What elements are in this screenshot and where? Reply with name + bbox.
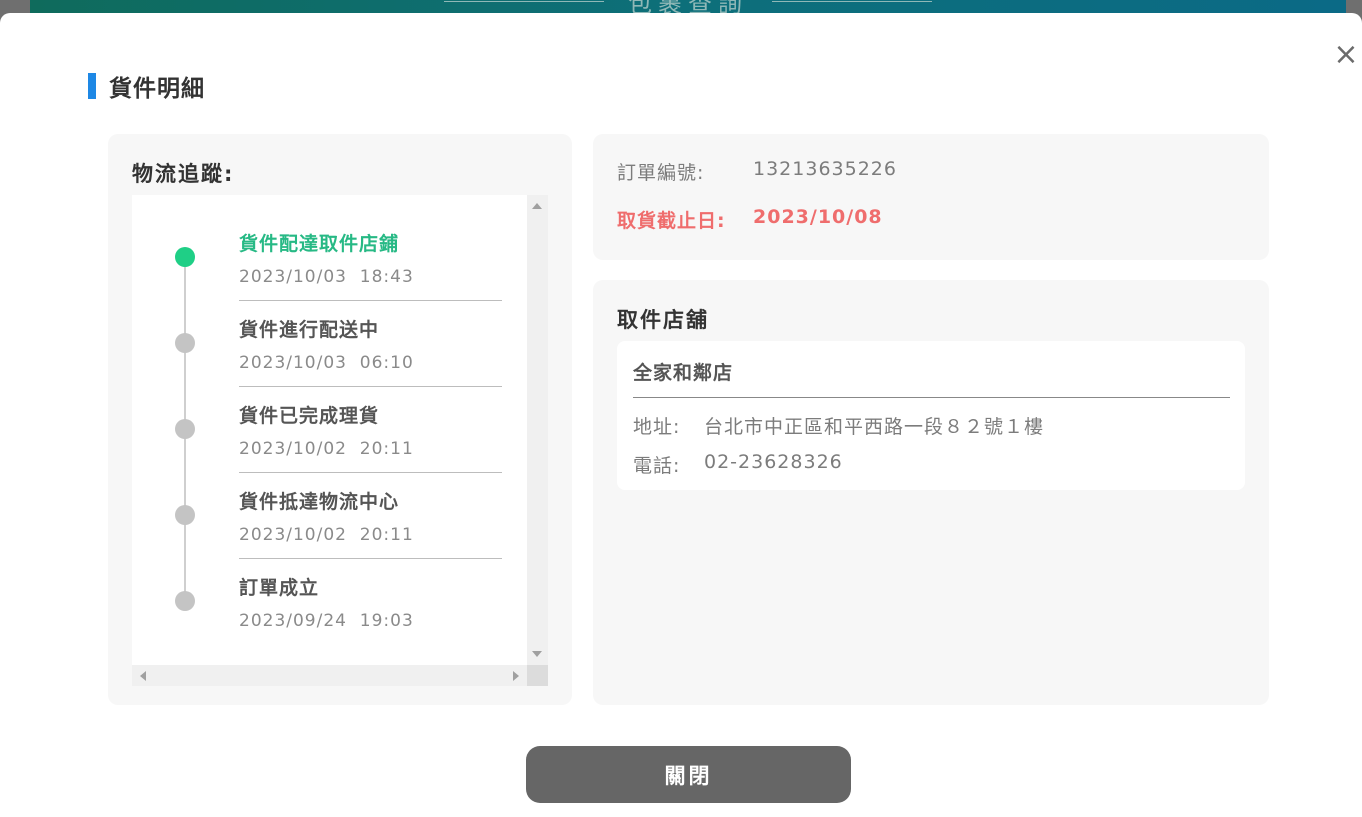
modal-title-text: 貨件明細 [109,76,205,102]
step-label: 貨件抵達物流中心 [239,491,400,513]
tracking-step: 貨件配達取件店鋪 2023/10/03 18:43 [132,229,527,315]
step-label: 貨件進行配送中 [239,319,380,341]
step-time: 2023/10/02 20:11 [239,439,414,459]
scrollbar-corner [527,665,548,686]
pickup-deadline-label: 取貨截止日: [617,210,726,232]
status-dot-icon [175,333,195,353]
store-phone: 電話: 02-23628326 [633,451,843,478]
step-time: 2023/10/02 20:11 [239,525,414,545]
phone-label: 電話: [633,455,681,477]
divider [633,397,1230,398]
horizontal-scrollbar[interactable] [132,665,527,686]
scroll-up-icon[interactable] [532,203,542,209]
tracking-step: 訂單成立 2023/09/24 19:03 [132,573,527,659]
shipment-detail-modal: × 貨件明細 物流追蹤: 貨件配達取件店鋪 2023/10/03 18:43 貨… [0,13,1362,817]
tracking-panel: 物流追蹤: 貨件配達取件店鋪 2023/10/03 18:43 貨件進行配送中 … [108,134,572,705]
store-card: 全家和鄰店 地址: 台北市中正區和平西路一段８２號１樓 電話: 02-23628… [617,341,1245,490]
pickup-deadline-row: 取貨截止日: 2023/10/08 [617,206,883,233]
status-dot-icon [175,505,195,525]
phone-value: 02-23628326 [704,451,843,473]
divider [772,1,932,2]
step-time: 2023/09/24 19:03 [239,611,414,631]
scroll-right-icon[interactable] [513,671,519,681]
tracking-list[interactable]: 貨件配達取件店鋪 2023/10/03 18:43 貨件進行配送中 2023/1… [132,195,548,686]
order-number-label: 訂單編號: [617,162,705,184]
pickup-store-panel: 取件店舖 全家和鄰店 地址: 台北市中正區和平西路一段８２號１樓 電話: 02-… [593,280,1269,705]
order-info-panel: 訂單編號: 13213635226 取貨截止日: 2023/10/08 [593,134,1269,260]
address-value: 台北市中正區和平西路一段８２號１樓 [704,416,1045,438]
close-button[interactable]: 關閉 [526,746,851,803]
pickup-deadline-value: 2023/10/08 [753,206,883,228]
status-dot-icon [175,419,195,439]
tracking-step: 貨件進行配送中 2023/10/03 06:10 [132,315,527,401]
vertical-scrollbar[interactable] [527,195,548,665]
step-time: 2023/10/03 18:43 [239,267,414,287]
step-label: 貨件配達取件店鋪 [239,233,400,255]
order-number-value: 13213635226 [753,158,897,180]
status-dot-icon [175,591,195,611]
tracking-heading: 物流追蹤: [132,162,235,186]
divider [444,1,604,2]
order-number-row: 訂單編號: 13213635226 [617,158,897,185]
title-accent-bar [88,73,96,99]
store-name: 全家和鄰店 [633,362,734,384]
step-divider [239,386,502,387]
scroll-left-icon[interactable] [140,671,146,681]
store-heading: 取件店舖 [617,308,709,332]
step-label: 貨件已完成理貨 [239,405,380,427]
store-address: 地址: 台北市中正區和平西路一段８２號１樓 [633,412,1044,439]
close-icon[interactable]: × [1331,40,1361,70]
step-label: 訂單成立 [239,577,320,599]
tracking-step: 貨件抵達物流中心 2023/10/02 20:11 [132,487,527,573]
step-divider [239,472,502,473]
address-label: 地址: [633,416,681,438]
step-divider [239,558,502,559]
status-dot-icon [175,247,195,267]
step-divider [239,300,502,301]
scroll-down-icon[interactable] [532,651,542,657]
tracking-step: 貨件已完成理貨 2023/10/02 20:11 [132,401,527,487]
modal-title: 貨件明細 [88,72,205,102]
step-time: 2023/10/03 06:10 [239,353,414,373]
